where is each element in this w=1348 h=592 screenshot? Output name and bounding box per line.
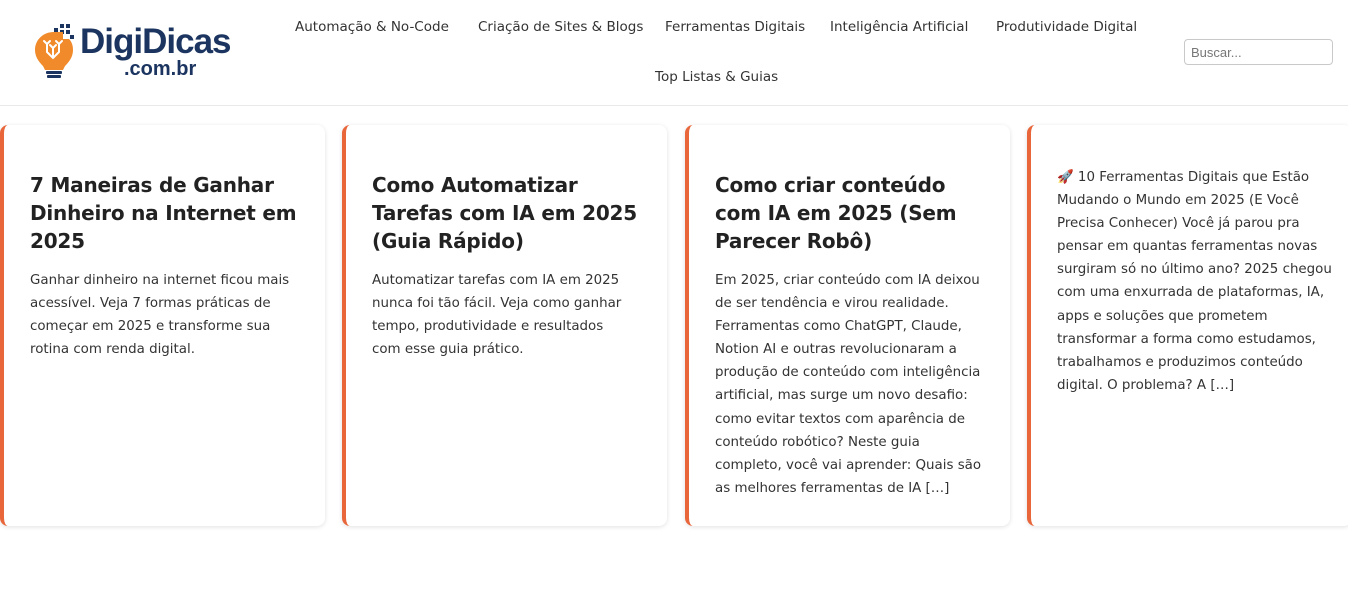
post-card[interactable]: Como Automatizar Tarefas com IA em 2025 … [342,125,667,526]
nav-item-produtividade-digital[interactable]: Produtividade Digital [996,18,1137,36]
post-excerpt: Em 2025, criar conteúdo com IA deixou de… [715,273,982,496]
site-header: DigiDicas .com.br Automação & No-Code Cr… [0,0,1348,106]
nav-item-ferramentas-digitais[interactable]: Ferramentas Digitais [665,18,805,36]
nav-item-top-listas[interactable]: Top Listas & Guias [655,68,778,86]
post-excerpt: Automatizar tarefas com IA em 2025 nunca… [372,273,622,358]
post-excerpt: Ganhar dinheiro na internet ficou mais a… [30,273,290,358]
logo-subtitle: .com.br [124,58,197,80]
logo-title: DigiDicas [80,22,231,61]
post-title[interactable]: Como criar conteúdo com IA em 2025 (Sem … [715,171,990,255]
nav-item-automacao[interactable]: Automação & No-Code [295,18,449,36]
post-title[interactable]: Como Automatizar Tarefas com IA em 2025 … [372,171,647,255]
site-logo[interactable]: DigiDicas .com.br [33,22,248,82]
post-card[interactable]: 7 Maneiras de Ganhar Dinheiro na Interne… [0,125,325,526]
nav-item-inteligencia-artificial[interactable]: Inteligência Artificial [830,18,968,36]
post-card[interactable]: Como criar conteúdo com IA em 2025 (Sem … [685,125,1010,526]
nav-item-criacao-de-sites[interactable]: Criação de Sites & Blogs [478,18,643,36]
search-input[interactable] [1184,39,1333,65]
lightbulb-icon [35,24,74,78]
post-excerpt: 🚀 10 Ferramentas Digitais que Estão Muda… [1057,170,1332,393]
post-title[interactable]: 7 Maneiras de Ganhar Dinheiro na Interne… [30,171,305,255]
post-card[interactable]: 🚀 10 Ferramentas Digitais que Estão Muda… [1027,125,1348,526]
logo-wordmark: DigiDicas [80,22,231,62]
